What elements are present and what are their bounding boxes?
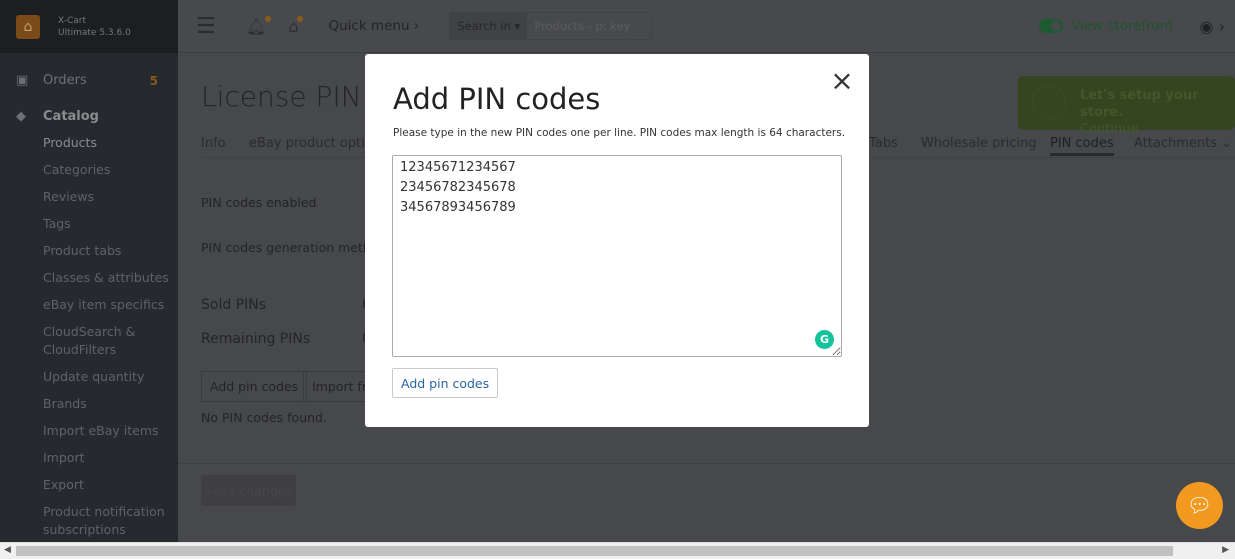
xcart-logo-icon[interactable]: ⌂ [16,14,40,39]
bell-icon[interactable]: 🔔︎ [246,15,272,36]
store-icon[interactable]: ⌂ [288,15,304,36]
dialog-title: Add PIN codes [393,82,601,116]
sidebar-item-label: Orders [43,73,87,88]
scrollbar-thumb[interactable] [16,546,1173,556]
setup-title: Let's setup your store. [1080,88,1199,120]
sidebar-item-tags[interactable]: Tags [0,211,178,238]
toggle-icon [1038,19,1063,33]
sidebar-item-import[interactable]: Import [0,445,178,472]
brand-name: X-Cart [58,15,86,26]
brand: ⌂ X-Cart Ultimate 5.3.6.0 [0,0,178,53]
sidebar-item-categories[interactable]: Categories [0,157,178,184]
sidebar-item-ebay-item-specifics[interactable]: eBay item specifics [0,292,178,319]
sidebar-item-update-quantity[interactable]: Update quantity [0,364,178,391]
empty-message: No PIN codes found. [201,410,327,425]
page-title: License PIN [201,80,362,113]
tab-ebay-product-options[interactable]: eBay product option [249,136,381,151]
dialog-hint: Please type in the new PIN codes one per… [393,127,846,139]
tab-wholesale-pricing[interactable]: Wholesale pricing [921,136,1037,151]
sidebar-item-label: Catalog [43,109,99,124]
add-pin-codes-submit-button[interactable]: Add pin codes [392,368,499,398]
quick-menu[interactable]: Quick menu › [328,18,419,34]
import-button[interactable]: Import fr [303,371,373,402]
pin-codes-textarea[interactable]: 12345671234567 23456782345678 3456789345… [392,155,842,357]
scroll-left-icon[interactable]: ◀ [4,545,11,555]
orders-badge: 5 [149,73,158,88]
search-box: Search in ▾ [449,12,653,40]
close-icon[interactable]: × [830,67,854,95]
setup-store-banner[interactable]: Let's setup your store. Continue [1018,76,1235,137]
sidebar-item-cloudsearch-cloudfilters[interactable]: CloudSearch & CloudFilters [0,319,178,364]
save-changes-button[interactable]: Save changes [201,475,296,506]
view-storefront-label: View storefront [1070,18,1174,34]
tag-icon: ◆ [16,109,26,124]
hamburger-menu-icon[interactable]: ☰ [196,14,216,39]
top-header: ☰ 🔔︎ ⌂ Quick menu › Search in ▾ View sto… [178,0,1235,53]
sidebar-item-products[interactable]: Products [0,130,178,157]
footer-divider [178,463,1235,464]
scroll-right-icon[interactable]: ▶ [1222,545,1229,555]
search-in-dropdown[interactable]: Search in ▾ [450,13,528,39]
sidebar-item-product-notification-subscriptions[interactable]: Product notification subscriptions [0,499,178,544]
progress-circle-icon [1032,85,1066,119]
setup-continue-link[interactable]: Continue [1080,122,1138,137]
user-avatar-icon[interactable]: ◉ › [1200,17,1225,36]
brand-version: Ultimate 5.3.6.0 [58,27,131,38]
chat-icon[interactable]: 💬︎ [1176,482,1223,529]
sidebar-item-import-ebay-items[interactable]: Import eBay items [0,418,178,445]
orders-icon: ▣ [16,73,29,88]
sidebar-item-orders[interactable]: ▣ Orders 5 [0,67,178,94]
pin-enabled-label: PIN codes enabled [201,195,317,210]
sidebar-item-export[interactable]: Export [0,472,178,499]
tab-info[interactable]: Info [201,136,226,151]
tab-attachments[interactable]: Attachments ⌄ [1134,136,1232,151]
sidebar: ⌂ X-Cart Ultimate 5.3.6.0 ▣ Orders 5 ◆ Catal… [0,0,178,559]
sidebar-item-classes-attributes[interactable]: Classes & attributes [0,265,178,292]
catalog-submenu: Products Categories Reviews Tags Product tab… [0,130,178,544]
tab-tabs[interactable]: Tabs [869,136,898,151]
tab-pin-codes[interactable]: PIN codes [1050,136,1114,156]
sidebar-item-brands[interactable]: Brands [0,391,178,418]
sidebar-item-product-tabs[interactable]: Product tabs [0,238,178,265]
sidebar-item-catalog[interactable]: ◆ Catalog [0,103,178,130]
remaining-pins-label: Remaining PINs [201,331,311,347]
view-storefront-toggle[interactable]: View storefront [1038,18,1174,34]
sidebar-item-reviews[interactable]: Reviews [0,184,178,211]
add-pin-codes-dialog: Add PIN codes × Please type in the new P… [365,54,869,427]
add-pin-codes-button[interactable]: Add pin codes [201,371,308,402]
search-input[interactable] [527,13,652,39]
pin-generation-method-label: PIN codes generation metho [201,240,379,255]
horizontal-scrollbar[interactable]: ◀ ▶ [0,542,1235,559]
sold-pins-label: Sold PINs [201,297,267,313]
sidebar-nav: ▣ Orders 5 ◆ Catalog Products Categories Revi… [0,53,178,544]
grammarly-icon[interactable]: G [815,330,834,349]
